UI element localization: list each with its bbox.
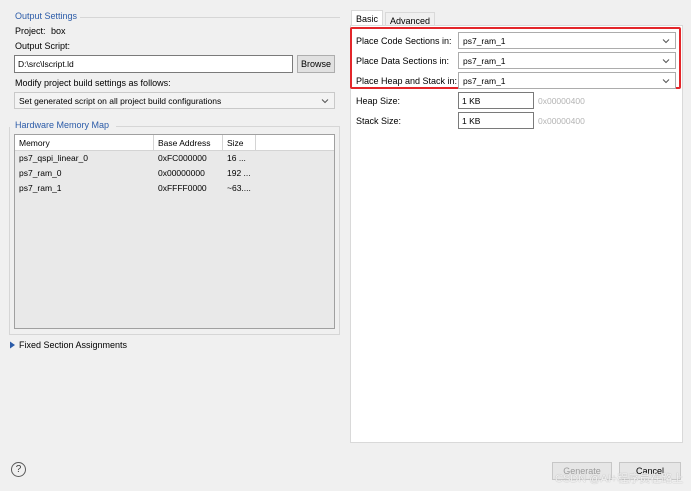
size-cell: 16 ... xyxy=(227,153,246,163)
base-address-cell: 0x00000000 xyxy=(158,168,205,178)
stack-size-label: Stack Size: xyxy=(356,116,402,126)
memory-cell: ps7_ram_0 xyxy=(19,168,62,178)
column-header-base-address[interactable]: Base Address xyxy=(154,135,223,150)
left-panel: Output Settings Project: box Output Scri… xyxy=(0,0,348,491)
project-label: Project: xyxy=(15,26,46,36)
base-address-cell: 0xFC000000 xyxy=(158,153,207,163)
base-address-cell: 0xFFFF0000 xyxy=(158,183,207,193)
table-header: Memory Base Address Size xyxy=(15,135,334,151)
heap-stack-label: Place Heap and Stack in: xyxy=(356,76,458,86)
chevron-down-icon xyxy=(662,58,670,63)
data-sections-label: Place Data Sections in: xyxy=(356,56,450,66)
tab-basic[interactable]: Basic xyxy=(351,10,384,26)
build-settings-select[interactable]: Set generated script on all project buil… xyxy=(14,92,335,109)
data-sections-select[interactable]: ps7_ram_1 xyxy=(458,52,676,69)
column-header-memory[interactable]: Memory xyxy=(15,135,154,150)
tab-advanced[interactable]: Advanced xyxy=(385,12,436,26)
stack-size-input[interactable]: 1 KB xyxy=(458,112,534,129)
heap-size-label: Heap Size: xyxy=(356,96,401,106)
memory-cell: ps7_ram_1 xyxy=(19,183,62,193)
memory-map-table: Memory Base Address Size ps7_qspi_linear… xyxy=(14,134,335,329)
fixed-section-assignments-label[interactable]: Fixed Section Assignments xyxy=(19,340,127,350)
heap-size-input[interactable]: 1 KB xyxy=(458,92,534,109)
help-icon[interactable]: ? xyxy=(11,462,26,477)
chevron-down-icon xyxy=(321,98,329,103)
heap-stack-value: ps7_ram_1 xyxy=(463,75,506,86)
watermark-text: CSDN @AI+程序员在路上 xyxy=(555,473,684,485)
memory-cell: ps7_qspi_linear_0 xyxy=(19,153,88,163)
output-settings-title: Output Settings xyxy=(15,11,78,21)
expand-triangle-icon[interactable] xyxy=(9,341,16,349)
table-row[interactable]: ps7_ram_1 0xFFFF0000 ~63.... xyxy=(15,181,334,196)
chevron-down-icon xyxy=(662,38,670,43)
build-settings-selected: Set generated script on all project buil… xyxy=(19,95,222,106)
chevron-down-icon xyxy=(662,78,670,83)
column-header-size[interactable]: Size xyxy=(223,135,256,150)
data-sections-value: ps7_ram_1 xyxy=(463,55,506,66)
table-row[interactable]: ps7_ram_0 0x00000000 192 ... xyxy=(15,166,334,181)
table-row[interactable]: ps7_qspi_linear_0 0xFC000000 16 ... xyxy=(15,151,334,166)
heap-stack-select[interactable]: ps7_ram_1 xyxy=(458,72,676,89)
browse-button[interactable]: Browse xyxy=(297,55,335,73)
size-cell: ~63.... xyxy=(227,183,251,193)
size-cell: 192 ... xyxy=(227,168,251,178)
heap-size-hex: 0x00000400 xyxy=(538,96,585,106)
output-script-label: Output Script: xyxy=(15,41,71,51)
code-sections-select[interactable]: ps7_ram_1 xyxy=(458,32,676,49)
stack-size-hex: 0x00000400 xyxy=(538,116,585,126)
divider xyxy=(80,17,340,18)
column-header-filler xyxy=(256,135,334,150)
project-value: box xyxy=(51,26,66,36)
modify-build-label: Modify project build settings as follows… xyxy=(15,78,171,88)
output-script-input[interactable]: D:\src\lscript.ld xyxy=(14,55,293,73)
code-sections-value: ps7_ram_1 xyxy=(463,35,506,46)
code-sections-label: Place Code Sections in: xyxy=(356,36,452,46)
